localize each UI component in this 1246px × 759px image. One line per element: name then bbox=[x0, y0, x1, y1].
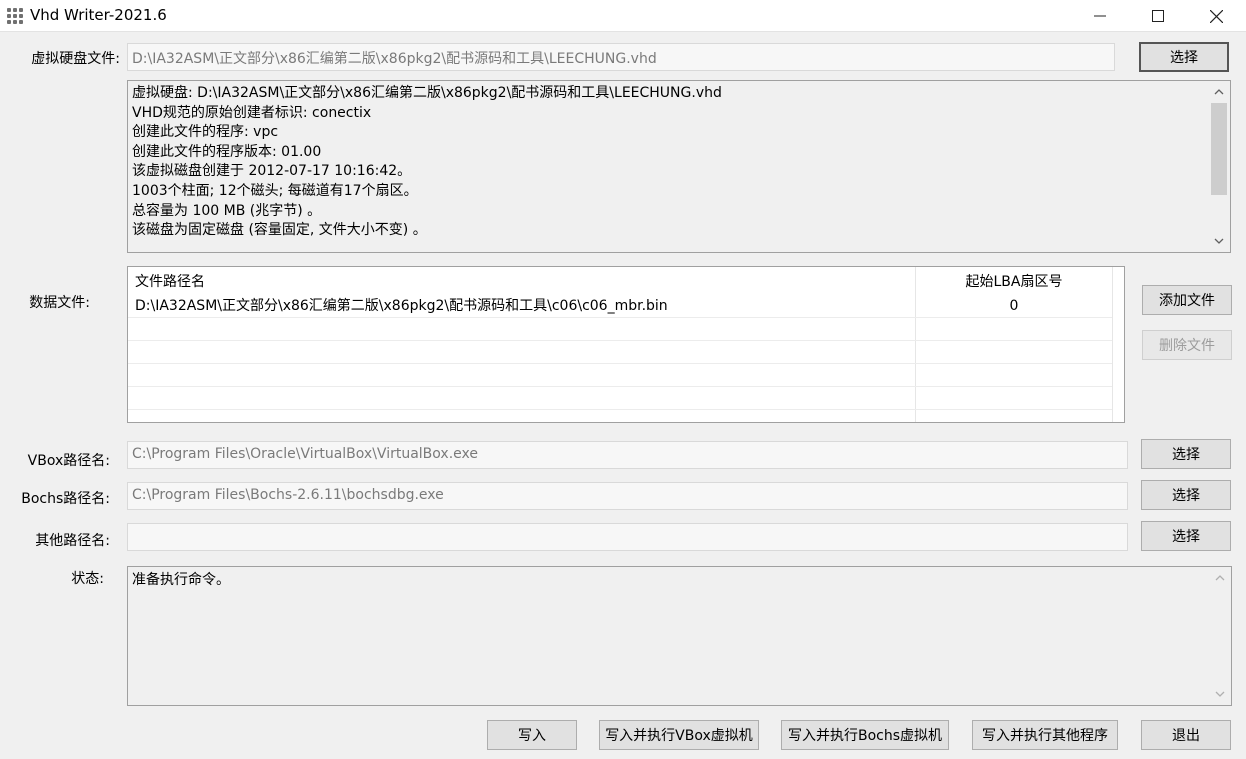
write-run-vbox-button[interactable]: 写入并执行VBox虚拟机 bbox=[599, 720, 759, 750]
vhd-info-lines: 虚拟硬盘: D:\IA32ASM\正文部分\x86汇编第二版\x86pkg2\配… bbox=[132, 84, 1206, 241]
info-line: 创建此文件的程序版本: 01.00 bbox=[132, 143, 322, 160]
vbox-path-field[interactable]: C:\Program Files\Oracle\VirtualBox\Virtu… bbox=[127, 441, 1128, 469]
list-item[interactable] bbox=[128, 341, 1112, 364]
data-file-list[interactable]: 文件路径名 起始LBA扇区号 D:\IA32ASM\正文部分\x86汇编第二版\… bbox=[127, 266, 1125, 423]
column-divider bbox=[1112, 267, 1113, 422]
info-line: 1003个柱面; 12个磁头; 每磁道有17个扇区。 bbox=[132, 182, 418, 199]
status-text: 准备执行命令。 bbox=[132, 572, 230, 588]
scrollbar-thumb[interactable] bbox=[1211, 103, 1227, 195]
minimize-icon bbox=[1094, 15, 1106, 17]
info-line: 虚拟硬盘: D:\IA32ASM\正文部分\x86汇编第二版\x86pkg2\配… bbox=[132, 85, 722, 101]
bochs-path-field[interactable]: C:\Program Files\Bochs-2.6.11\bochsdbg.e… bbox=[127, 482, 1128, 510]
info-line: VHD规范的原始创建者标识: conectix bbox=[132, 104, 372, 121]
lba-cell bbox=[916, 364, 1112, 387]
lba-cell bbox=[916, 387, 1112, 410]
delete-file-button[interactable]: 删除文件 bbox=[1142, 330, 1232, 360]
vbox-select-button[interactable]: 选择 bbox=[1141, 439, 1231, 469]
write-run-other-button[interactable]: 写入并执行其他程序 bbox=[972, 720, 1118, 750]
window-title: Vhd Writer-2021.6 bbox=[30, 6, 167, 24]
info-line: 该磁盘为固定磁盘 (容量固定, 文件大小不变) 。 bbox=[132, 222, 427, 239]
list-item[interactable]: D:\IA32ASM\正文部分\x86汇编第二版\x86pkg2\配书源码和工具… bbox=[128, 295, 1112, 318]
info-scrollbar[interactable] bbox=[1208, 81, 1230, 252]
scroll-down-icon[interactable] bbox=[1209, 684, 1231, 704]
other-path-label: 其他路径名: bbox=[35, 533, 110, 549]
info-line: 总容量为 100 MB (兆字节) 。 bbox=[132, 202, 322, 219]
column-header-lba[interactable]: 起始LBA扇区号 bbox=[916, 267, 1112, 295]
bochs-path-label: Bochs路径名: bbox=[21, 491, 110, 507]
write-run-bochs-button[interactable]: 写入并执行Bochs虚拟机 bbox=[781, 720, 949, 750]
other-select-button[interactable]: 选择 bbox=[1141, 521, 1231, 551]
exit-button[interactable]: 退出 bbox=[1141, 720, 1231, 750]
status-scrollbar[interactable] bbox=[1209, 567, 1231, 705]
maximize-icon bbox=[1152, 10, 1164, 22]
other-path-field[interactable] bbox=[127, 523, 1128, 551]
minimize-button[interactable] bbox=[1072, 0, 1128, 32]
vhd-info-box[interactable]: 虚拟硬盘: D:\IA32ASM\正文部分\x86汇编第二版\x86pkg2\配… bbox=[127, 80, 1231, 253]
bochs-select-button[interactable]: 选择 bbox=[1141, 480, 1231, 510]
info-line: 该虚拟磁盘创建于 2012-07-17 10:16:42。 bbox=[132, 163, 412, 180]
scroll-up-icon[interactable] bbox=[1209, 568, 1231, 588]
file-path-cell bbox=[135, 318, 911, 341]
status-box[interactable]: 准备执行命令。 bbox=[127, 566, 1232, 706]
file-path-cell bbox=[135, 364, 911, 387]
info-line: 创建此文件的程序: vpc bbox=[132, 124, 279, 141]
close-button[interactable] bbox=[1188, 0, 1244, 32]
vhd-file-label: 虚拟硬盘文件: bbox=[31, 51, 120, 67]
list-item[interactable] bbox=[128, 364, 1112, 387]
vhd-select-button[interactable]: 选择 bbox=[1139, 42, 1229, 72]
add-file-button[interactable]: 添加文件 bbox=[1142, 285, 1232, 315]
lba-cell: 0 bbox=[1009, 298, 1019, 314]
data-files-label: 数据文件: bbox=[29, 295, 90, 311]
file-path-cell: D:\IA32ASM\正文部分\x86汇编第二版\x86pkg2\配书源码和工具… bbox=[135, 298, 668, 314]
close-icon bbox=[1209, 9, 1223, 23]
maximize-button[interactable] bbox=[1130, 0, 1186, 32]
list-item[interactable] bbox=[128, 387, 1112, 410]
lba-cell bbox=[916, 318, 1112, 341]
vhd-path-field[interactable]: D:\IA32ASM\正文部分\x86汇编第二版\x86pkg2\配书源码和工具… bbox=[127, 43, 1115, 71]
app-icon bbox=[6, 7, 24, 25]
list-item[interactable] bbox=[128, 318, 1112, 341]
scroll-up-icon[interactable] bbox=[1208, 82, 1230, 102]
list-header: 文件路径名 起始LBA扇区号 bbox=[128, 267, 1124, 295]
title-bar: Vhd Writer-2021.6 bbox=[0, 0, 1246, 32]
lba-cell bbox=[916, 341, 1112, 364]
vbox-path-label: VBox路径名: bbox=[27, 453, 110, 469]
write-button[interactable]: 写入 bbox=[487, 720, 577, 750]
scroll-down-icon[interactable] bbox=[1208, 231, 1230, 251]
status-label: 状态: bbox=[71, 571, 104, 587]
file-path-cell bbox=[135, 341, 911, 364]
file-path-cell bbox=[135, 387, 911, 410]
column-header-path[interactable]: 文件路径名 bbox=[135, 267, 205, 295]
